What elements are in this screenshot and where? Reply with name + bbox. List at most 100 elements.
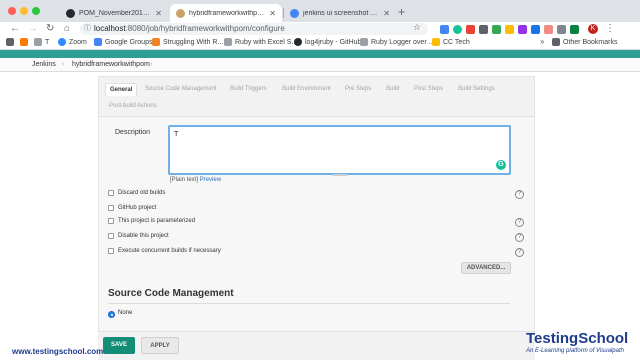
tab-source-code-management[interactable]: Source Code Management <box>145 86 217 92</box>
browser-tab-google[interactable]: jenkins ui screenshot - Googl ✕ <box>284 4 396 22</box>
tab-build[interactable]: Build <box>386 86 399 92</box>
stackoverflow-icon <box>152 38 160 46</box>
scm-section-title: Source Code Management <box>108 288 234 299</box>
address-bar[interactable]: ⓘ localhost:8080/job/hybridframeworkwith… <box>80 23 428 35</box>
bookmark-item[interactable]: CC Tech <box>432 38 470 46</box>
window-maximize-button[interactable] <box>32 7 40 15</box>
extension-icon[interactable] <box>466 25 475 34</box>
tab-title: jenkins ui screenshot - Googl <box>303 9 379 17</box>
advanced-button[interactable]: ADVANCED... <box>461 262 511 274</box>
tab-title: POM_November2018Batch/pom <box>79 9 152 17</box>
github-icon <box>294 38 302 46</box>
other-bookmarks[interactable]: Other Bookmarks <box>552 38 617 46</box>
close-icon[interactable]: ✕ <box>155 9 162 18</box>
apply-button[interactable]: APPLY <box>141 337 179 354</box>
bookmark-item[interactable] <box>20 38 31 46</box>
window-close-button[interactable] <box>8 7 16 15</box>
new-tab-button[interactable]: + <box>398 5 405 19</box>
option-github-project[interactable]: GitHub project <box>108 205 156 211</box>
profile-avatar[interactable]: K <box>588 24 598 34</box>
checkbox[interactable] <box>108 190 114 196</box>
tab-title: hybridframeworkwithpom Con <box>189 9 266 17</box>
jenkins-header-bar <box>0 50 640 58</box>
grammarly-icon[interactable]: G <box>496 160 506 170</box>
help-icon[interactable]: ? <box>515 190 524 199</box>
close-icon[interactable]: ✕ <box>383 9 390 18</box>
more-bookmarks-chevron-icon[interactable]: » <box>540 37 544 46</box>
jenkins-icon <box>176 8 185 18</box>
help-icon[interactable]: ? <box>515 233 524 242</box>
tab-build-triggers[interactable]: Build Triggers <box>230 86 267 92</box>
tab-general[interactable]: General <box>105 83 138 96</box>
breadcrumb-jenkins[interactable]: Jenkins <box>32 58 56 72</box>
tab-build-settings[interactable]: Build Settings <box>458 86 495 92</box>
bookmark-item[interactable]: T <box>34 38 49 46</box>
tab-post-steps[interactable]: Post Steps <box>414 86 443 92</box>
bookmark-item[interactable]: Ruby Logger over ... <box>360 38 434 46</box>
url-path: :8080/job/hybridframeworkwithpom/configu… <box>125 24 285 33</box>
help-icon[interactable]: ? <box>515 218 524 227</box>
option-parameterized[interactable]: This project is parameterized <box>108 218 195 224</box>
extension-icon[interactable] <box>492 25 501 34</box>
option-disable-project[interactable]: Disable this project <box>108 233 169 239</box>
preview-link[interactable]: Preview <box>200 177 221 183</box>
bookmark-item[interactable]: Ruby with Excel S... <box>224 38 297 46</box>
option-discard-old-builds[interactable]: Discard old builds <box>108 190 165 196</box>
save-button[interactable]: SAVE <box>103 337 135 354</box>
scm-none-label: None <box>118 310 133 316</box>
plain-text-label: [Plain text] <box>170 177 199 183</box>
checkbox[interactable] <box>108 248 114 254</box>
extension-icon[interactable] <box>557 25 566 34</box>
browser-toolbar: ← → ↻ ⌂ ⓘ localhost:8080/job/hybridframe… <box>0 22 640 36</box>
folder-icon <box>432 38 440 46</box>
bookmark-item[interactable]: log4jruby - GitHub <box>294 38 361 46</box>
home-icon[interactable]: ⌂ <box>64 22 70 36</box>
extension-icon[interactable] <box>531 25 540 34</box>
section-divider <box>108 303 510 304</box>
tab-post-build-actions[interactable]: Post-build Actions <box>109 103 157 109</box>
close-icon[interactable]: ✕ <box>269 9 276 18</box>
textarea-resize-handle[interactable] <box>333 174 347 176</box>
bookmark-star-icon[interactable]: ☆ <box>413 22 421 33</box>
info-icon[interactable]: ⓘ <box>84 23 91 35</box>
tab-build-environment[interactable]: Build Environment <box>282 86 331 92</box>
scm-none-radio[interactable] <box>108 311 115 318</box>
bookmarks-bar: T Zoom Google Groups Struggling With R..… <box>0 36 640 50</box>
page-icon <box>360 38 368 46</box>
page-icon <box>224 38 232 46</box>
option-concurrent-builds[interactable]: Execute concurrent builds if necessary <box>108 248 221 254</box>
checkbox[interactable] <box>108 233 114 239</box>
extension-icon[interactable] <box>570 25 579 34</box>
checkbox[interactable] <box>108 205 114 211</box>
folder-icon <box>552 38 560 46</box>
url-host: localhost <box>94 24 126 33</box>
apps-icon[interactable] <box>6 38 17 46</box>
tab-pre-steps[interactable]: Pre Steps <box>345 86 371 92</box>
breadcrumb-job[interactable]: hybridframeworkwithpom <box>72 58 150 72</box>
extension-icon[interactable] <box>440 25 449 34</box>
help-icon[interactable]: ? <box>515 248 524 257</box>
extension-icon[interactable] <box>518 25 527 34</box>
bookmark-item[interactable]: Zoom <box>58 38 87 46</box>
google-groups-icon <box>94 38 102 46</box>
description-field[interactable]: T <box>168 125 511 175</box>
checkbox[interactable] <box>108 218 114 224</box>
browser-tab-github[interactable]: POM_November2018Batch/pom ✕ <box>60 4 168 22</box>
watermark-tagline: An E-Learning platform of Visualpath <box>526 348 624 354</box>
more-menu-icon[interactable]: ⋮ <box>605 22 615 36</box>
bookmark-item[interactable]: Struggling With R... <box>152 38 223 46</box>
forward-arrow-icon[interactable]: → <box>28 22 38 36</box>
github-icon <box>66 8 75 18</box>
extension-icon[interactable] <box>544 25 553 34</box>
back-arrow-icon[interactable]: ← <box>10 22 20 36</box>
extension-icon[interactable] <box>505 25 514 34</box>
reload-icon[interactable]: ↻ <box>46 22 54 36</box>
window-minimize-button[interactable] <box>20 7 28 15</box>
watermark-brand: TestingSchool <box>526 330 629 347</box>
browser-tab-strip: POM_November2018Batch/pom ✕ hybridframew… <box>0 0 640 22</box>
browser-tab-jenkins[interactable]: hybridframeworkwithpom Con ✕ <box>170 4 282 22</box>
extension-icon[interactable] <box>479 25 488 34</box>
description-format-hint: [Plain text] Preview <box>170 177 221 183</box>
bookmark-item[interactable]: Google Groups <box>94 38 152 46</box>
grammarly-extension-icon[interactable] <box>453 25 462 34</box>
